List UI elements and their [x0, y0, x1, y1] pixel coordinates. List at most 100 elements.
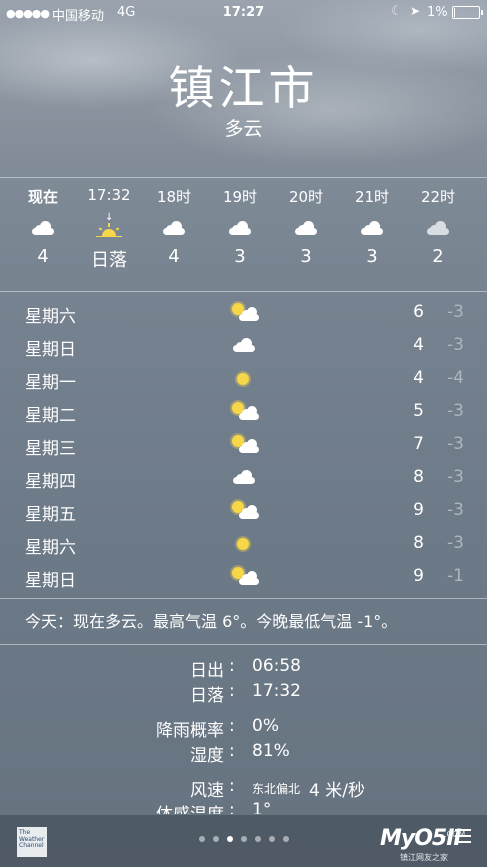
- wind-speed: 4 米/秒: [309, 781, 365, 801]
- low-temp: -3: [447, 500, 464, 520]
- page-dot[interactable]: [283, 836, 289, 842]
- hour-temp: 日落: [91, 250, 127, 271]
- low-temp: -3: [447, 401, 464, 421]
- sunset-label: 日落: [190, 686, 224, 706]
- hourly-item: 20时 3: [273, 186, 339, 267]
- cloud-icon: [427, 221, 449, 235]
- hourly-item: 21时 3: [339, 186, 405, 267]
- rain-chance-value: 0%: [252, 716, 279, 736]
- hourly-item: 22时 2: [405, 186, 471, 267]
- low-temp: -3: [447, 335, 464, 355]
- daily-row: 星期六 8 -3: [0, 527, 487, 560]
- hourly-item: 现在 4: [10, 186, 76, 267]
- partly-cloudy-icon: [228, 498, 260, 524]
- day-name: 星期五: [25, 505, 76, 525]
- cloud-icon: [32, 221, 54, 235]
- colon: :: [229, 800, 235, 814]
- weather-channel-logo[interactable]: The Weather Channel: [17, 827, 47, 857]
- daily-row: 星期一 4 -4: [0, 362, 487, 395]
- humidity-label: 湿度: [190, 746, 224, 766]
- feels-like-value: 1°: [252, 800, 272, 814]
- high-temp: 9: [413, 500, 424, 520]
- divider: [0, 291, 487, 292]
- cloud-icon: [229, 221, 251, 235]
- day-name: 星期日: [25, 340, 76, 360]
- feels-like-row: 体感温度 : 1°: [0, 800, 487, 814]
- status-bar: ●●●●● 中国移动 4G 17:27 ☾ ➤ 1%: [0, 0, 487, 26]
- page-dot[interactable]: [213, 836, 219, 842]
- hourly-item: 18时 4: [141, 186, 207, 267]
- sunset-value: 17:32: [252, 681, 301, 701]
- wind-direction: 东北偏北: [252, 782, 301, 796]
- hour-label: 18时: [156, 188, 192, 206]
- cloud-icon: [228, 333, 260, 359]
- battery-percent: 1%: [427, 5, 448, 20]
- day-name: 星期六: [25, 307, 76, 327]
- sunrise-value: 06:58: [252, 656, 301, 676]
- location-arrow-icon: ➤: [410, 4, 421, 18]
- daily-row: 星期日 9 -1: [0, 560, 487, 593]
- low-temp: -3: [447, 434, 464, 454]
- colon: :: [229, 681, 235, 701]
- humidity-value: 81%: [252, 741, 290, 761]
- divider: [0, 644, 487, 645]
- city-name: 镇江市: [168, 61, 319, 115]
- partly-cloudy-icon: [228, 432, 260, 458]
- day-name: 星期四: [25, 472, 76, 492]
- hour-temp: 2: [432, 246, 444, 267]
- colon: :: [229, 776, 235, 796]
- partly-cloudy-icon: [228, 300, 260, 326]
- partly-cloudy-icon: [228, 399, 260, 425]
- daily-row: 星期日 4 -3: [0, 329, 487, 362]
- high-temp: 5: [413, 401, 424, 421]
- day-name: 星期六: [25, 538, 76, 558]
- current-condition: 多云: [224, 118, 263, 140]
- daily-row: 星期三 7 -3: [0, 428, 487, 461]
- low-temp: -3: [447, 533, 464, 553]
- high-temp: 8: [413, 467, 424, 487]
- cloud-icon: [228, 465, 260, 491]
- partly-cloudy-icon: [228, 564, 260, 590]
- battery-icon: [452, 6, 483, 19]
- high-temp: 4: [413, 368, 424, 388]
- low-temp: -4: [447, 368, 464, 388]
- hour-label: 现在: [27, 188, 58, 206]
- colon: :: [229, 741, 235, 761]
- hour-label: 17:32: [87, 186, 131, 204]
- feels-like-label: 体感温度: [0, 800, 224, 814]
- list-menu-icon[interactable]: [455, 829, 471, 843]
- low-temp: -1: [447, 566, 464, 586]
- hour-label: 20时: [288, 188, 324, 206]
- daily-row: 星期二 5 -3: [0, 395, 487, 428]
- page-dot-active[interactable]: [227, 836, 233, 842]
- cloud-icon: [163, 221, 185, 235]
- sunset-icon: ↓: [96, 212, 122, 242]
- hour-temp: 4: [168, 246, 180, 267]
- today-summary: 今天：现在多云。最高气温 6°。今晚最低气温 -1°。: [25, 612, 398, 631]
- high-temp: 4: [413, 335, 424, 355]
- low-temp: -3: [447, 467, 464, 487]
- hour-label: 19时: [222, 188, 258, 206]
- divider: [0, 598, 487, 599]
- page-dot[interactable]: [241, 836, 247, 842]
- high-temp: 8: [413, 533, 424, 553]
- cloud-icon: [295, 221, 317, 235]
- watermark-caption: 镇江网友之家: [400, 853, 448, 862]
- high-temp: 7: [413, 434, 424, 454]
- do-not-disturb-icon: ☾: [391, 4, 403, 19]
- hourly-item: 19时 3: [207, 186, 273, 267]
- wind-label: 风速: [190, 781, 224, 801]
- page-dot[interactable]: [255, 836, 261, 842]
- day-name: 星期二: [25, 406, 76, 426]
- page-dot[interactable]: [269, 836, 275, 842]
- colon: :: [229, 656, 235, 676]
- day-name: 星期日: [25, 571, 76, 591]
- hour-temp: 3: [366, 246, 378, 267]
- sun-icon: [228, 366, 260, 392]
- hour-temp: 3: [234, 246, 246, 267]
- high-temp: 6: [413, 302, 424, 322]
- daily-row: 星期四 8 -3: [0, 461, 487, 494]
- sunrise-label: 日出: [190, 661, 224, 681]
- page-dot[interactable]: [199, 836, 205, 842]
- hourly-item: 17:32 ↓ 日落: [76, 186, 142, 272]
